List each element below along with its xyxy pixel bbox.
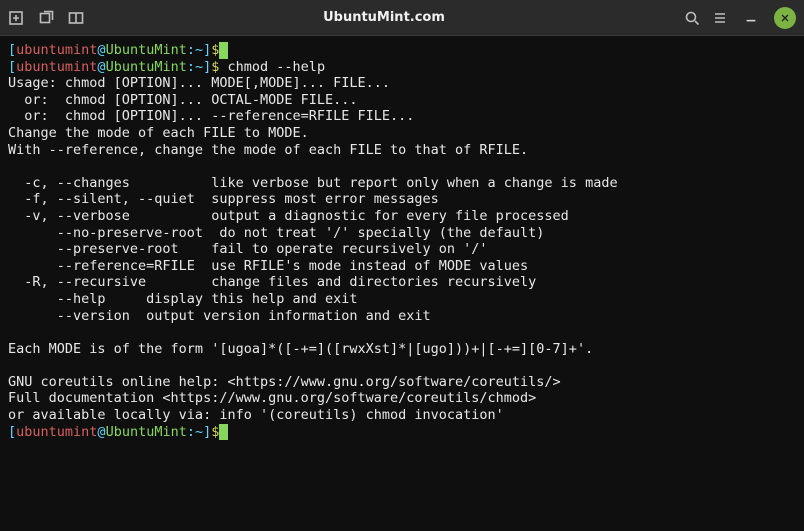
output-line: --reference=RFILE use RFILE's mode inste… bbox=[8, 258, 528, 274]
output-line: -c, --changes like verbose but report on… bbox=[8, 175, 618, 191]
window-title: UbuntuMint.com bbox=[84, 10, 684, 25]
prompt: [ubuntumint@UbuntuMint:~]$ bbox=[8, 42, 219, 58]
search-icon[interactable] bbox=[684, 10, 700, 26]
new-window-icon[interactable] bbox=[38, 10, 54, 26]
cursor-icon bbox=[219, 424, 227, 441]
close-button[interactable] bbox=[774, 7, 796, 29]
prompt: [ubuntumint@UbuntuMint:~]$ bbox=[8, 424, 219, 440]
output-line: Usage: chmod [OPTION]... MODE[,MODE]... … bbox=[8, 75, 390, 91]
titlebar: UbuntuMint.com bbox=[0, 0, 804, 36]
command-line: chmod --help bbox=[219, 59, 325, 75]
prompt: [ubuntumint@UbuntuMint:~]$ bbox=[8, 59, 219, 75]
output-line: Change the mode of each FILE to MODE. bbox=[8, 125, 309, 141]
output-line: or: chmod [OPTION]... --reference=RFILE … bbox=[8, 108, 414, 124]
toggle-panel-icon[interactable] bbox=[68, 10, 84, 26]
output-line: -f, --silent, --quiet suppress most erro… bbox=[8, 191, 439, 207]
output-line: or: chmod [OPTION]... OCTAL-MODE FILE... bbox=[8, 92, 358, 108]
new-tab-icon[interactable] bbox=[8, 10, 24, 26]
output-line: --version output version information and… bbox=[8, 308, 431, 324]
output-line: GNU coreutils online help: <https://www.… bbox=[8, 374, 561, 390]
output-line: With --reference, change the mode of eac… bbox=[8, 142, 528, 158]
terminal-output[interactable]: [ubuntumint@UbuntuMint:~]$ [ubuntumint@U… bbox=[0, 36, 804, 531]
output-line: or available locally via: info '(coreuti… bbox=[8, 407, 504, 423]
menu-icon[interactable] bbox=[712, 10, 728, 26]
output-line: --no-preserve-root do not treat '/' spec… bbox=[8, 225, 544, 241]
cursor-icon bbox=[219, 42, 227, 59]
output-line: -R, --recursive change files and directo… bbox=[8, 274, 536, 290]
minimize-button[interactable] bbox=[740, 7, 762, 29]
output-line: --preserve-root fail to operate recursiv… bbox=[8, 241, 488, 257]
titlebar-left-controls bbox=[8, 10, 84, 26]
titlebar-right-controls bbox=[684, 7, 796, 29]
output-line: --help display this help and exit bbox=[8, 291, 358, 307]
output-line: -v, --verbose output a diagnostic for ev… bbox=[8, 208, 569, 224]
output-line: Full documentation <https://www.gnu.org/… bbox=[8, 390, 536, 406]
output-line: Each MODE is of the form '[ugoa]*([-+=](… bbox=[8, 341, 593, 357]
